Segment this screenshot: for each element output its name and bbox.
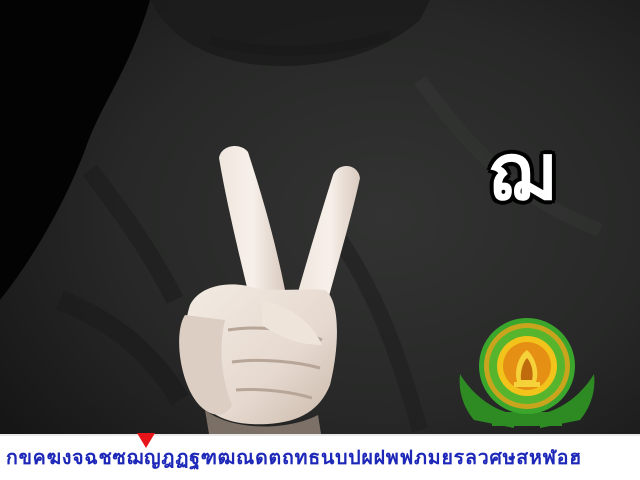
letter-caption: ฌ xyxy=(487,128,555,218)
video-frame: ฌ กขคฆงจฉชซฌญฎฏฐฑฒณดตถทธนบปผฝพฟภมยรลวศษส… xyxy=(0,0,640,480)
university-seal-icon xyxy=(459,318,595,428)
alphabet-strip: กขคฆงจฉชซฌญฎฏฐฑฒณดตถทธนบปผฝพฟภมยรลวศษสหฬ… xyxy=(0,434,640,480)
alphabet-letters: กขคฆงจฉชซฌญฎฏฐฑฒณดตถทธนบปผฝพฟภมยรลวศษสหฬ… xyxy=(6,446,582,469)
current-letter-marker-icon xyxy=(137,433,155,448)
